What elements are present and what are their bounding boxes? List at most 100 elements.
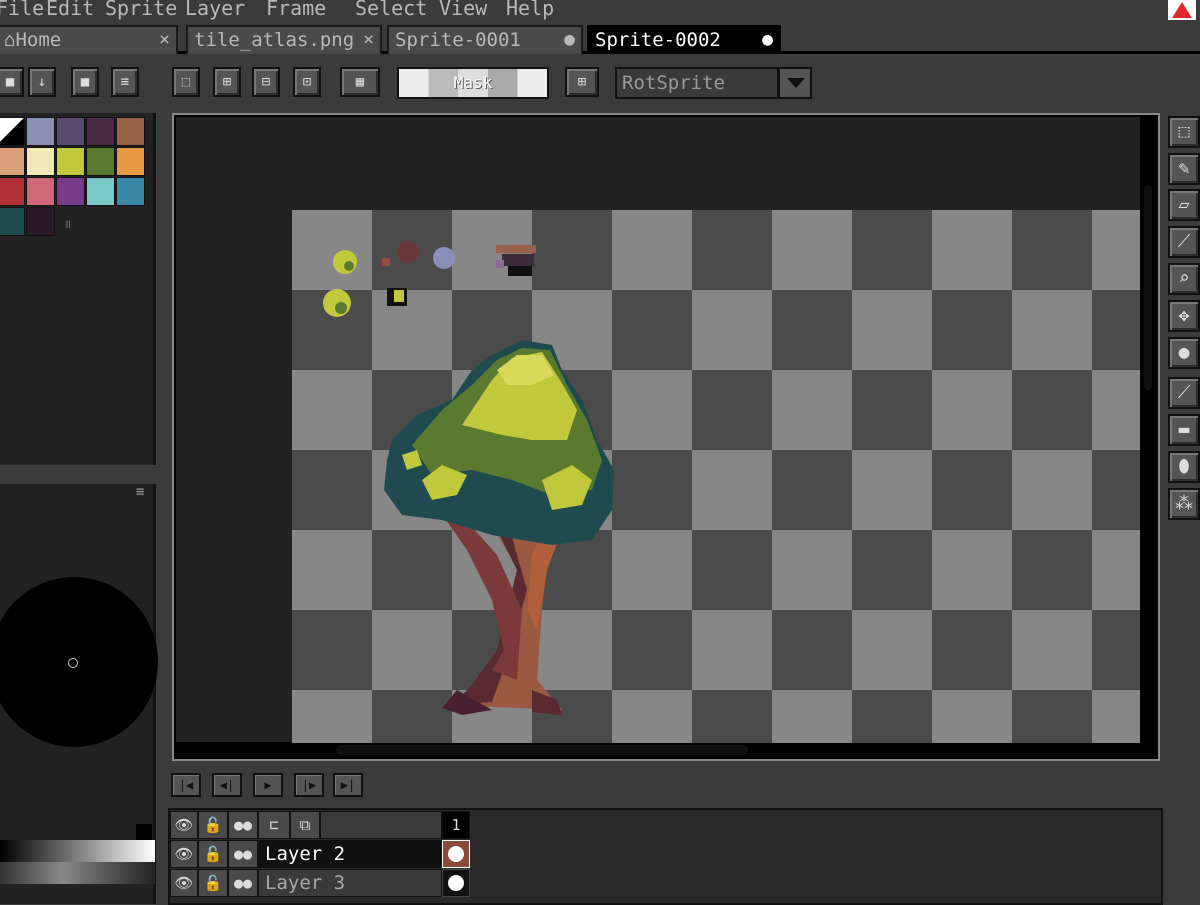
color-palette: ॥ bbox=[0, 113, 156, 465]
eyedropper-icon[interactable]: ⟋ bbox=[1168, 226, 1200, 258]
tab-label: tile_atlas.png bbox=[194, 29, 355, 51]
palette-swatch[interactable] bbox=[116, 177, 145, 206]
fg-bg-swatch[interactable] bbox=[0, 117, 25, 146]
palette-swatch[interactable] bbox=[86, 147, 115, 176]
tab-home[interactable]: ⌂Home × bbox=[0, 25, 178, 54]
palette-swatch[interactable] bbox=[26, 147, 55, 176]
rectangular-marquee-icon[interactable]: ⬚ bbox=[1168, 116, 1200, 148]
menu-view[interactable]: View bbox=[439, 0, 487, 20]
pivot-icon[interactable]: ⊞ bbox=[565, 67, 599, 97]
link-cels-icon[interactable]: ⧉ bbox=[290, 811, 320, 839]
eye-icon[interactable]: 👁 bbox=[170, 869, 198, 897]
cel-dot-icon bbox=[448, 875, 464, 891]
menu-select[interactable]: Select bbox=[355, 0, 427, 20]
chevron-down-icon[interactable] bbox=[778, 67, 812, 99]
color-preview bbox=[136, 824, 152, 840]
layer-group-icon[interactable]: ⊏ bbox=[258, 811, 290, 839]
play-icon[interactable]: ▶ bbox=[253, 773, 283, 797]
rotation-algorithm-select[interactable]: RotSprite bbox=[615, 67, 779, 99]
menu-bar: File Edit Sprite Layer Frame Select View… bbox=[0, 0, 1200, 22]
layer-name[interactable]: Layer 3 bbox=[258, 869, 442, 897]
next-frame-icon[interactable]: |▶ bbox=[294, 773, 324, 797]
palette-swatch[interactable] bbox=[26, 177, 55, 206]
add-selection-icon[interactable]: ⊞ bbox=[213, 67, 241, 97]
eye-icon[interactable]: 👁 bbox=[170, 840, 198, 868]
menu-edit[interactable]: Edit bbox=[46, 0, 94, 20]
palette-swatch[interactable] bbox=[0, 147, 25, 176]
move-icon[interactable]: ✥ bbox=[1168, 300, 1200, 332]
pencil-icon[interactable]: ✎ bbox=[1168, 153, 1200, 185]
continuous-header-icon[interactable]: ●● bbox=[228, 811, 258, 839]
home-icon: ⌂ bbox=[4, 29, 16, 51]
menu-help[interactable]: Help bbox=[506, 0, 554, 20]
frame-number[interactable]: 1 bbox=[442, 811, 470, 839]
value-slider[interactable] bbox=[0, 840, 155, 862]
visibility-header-icon[interactable]: 👁 bbox=[170, 811, 198, 839]
transparent-color-icon[interactable]: ▦ bbox=[340, 67, 380, 97]
menu-sprite[interactable]: Sprite bbox=[105, 0, 177, 20]
vertical-scrollbar[interactable] bbox=[1144, 185, 1152, 390]
sprite-canvas[interactable] bbox=[292, 210, 1140, 743]
menu-file[interactable]: File bbox=[0, 0, 44, 20]
first-frame-icon[interactable]: |◀ bbox=[171, 773, 201, 797]
unsaved-dot-icon[interactable]: ● bbox=[762, 27, 773, 53]
palette-resize-handle[interactable]: ॥ bbox=[64, 215, 71, 232]
small-sprites bbox=[323, 241, 536, 317]
palette-swatch[interactable] bbox=[86, 177, 115, 206]
cel[interactable] bbox=[442, 840, 470, 868]
paint-bucket-icon[interactable]: ● bbox=[1168, 337, 1200, 369]
menu-layer[interactable]: Layer bbox=[185, 0, 245, 20]
tab-sprite-0002[interactable]: Sprite-0002 ● bbox=[587, 25, 781, 54]
tab-label: Sprite-0002 bbox=[595, 29, 721, 51]
palette-swatch[interactable] bbox=[116, 117, 145, 146]
cel-dot-icon bbox=[448, 846, 464, 862]
mask-color-button[interactable]: Mask bbox=[397, 67, 549, 99]
layer-name[interactable]: Layer 2 bbox=[258, 840, 442, 868]
tab-bar: ⌂Home × tile_atlas.png × Sprite-0001 ● S… bbox=[0, 22, 1200, 54]
cel[interactable] bbox=[442, 869, 470, 897]
tab-sprite-0001[interactable]: Sprite-0001 ● bbox=[387, 25, 583, 54]
line-icon[interactable]: ⟋ bbox=[1168, 377, 1200, 409]
wheel-cursor-icon[interactable] bbox=[68, 658, 78, 668]
zoom-icon[interactable]: ⌕ bbox=[1168, 263, 1200, 295]
palette-swatch[interactable] bbox=[116, 147, 145, 176]
close-icon[interactable]: × bbox=[159, 27, 170, 53]
palette-swatch[interactable] bbox=[0, 207, 25, 236]
subtract-selection-icon[interactable]: ⊟ bbox=[252, 67, 280, 97]
continuous-icon[interactable]: ●● bbox=[228, 869, 258, 897]
unsaved-dot-icon[interactable]: ● bbox=[564, 27, 575, 53]
last-frame-icon[interactable]: ▶| bbox=[333, 773, 363, 797]
alpha-slider[interactable] bbox=[0, 862, 155, 884]
palette-swatch[interactable] bbox=[0, 177, 25, 206]
spray-icon[interactable]: ⁂ bbox=[1168, 488, 1200, 520]
eraser-icon[interactable]: ▱ bbox=[1168, 189, 1200, 221]
unlock-icon[interactable]: 🔓 bbox=[198, 840, 228, 868]
palette-swatch[interactable] bbox=[56, 147, 85, 176]
unlock-icon[interactable]: 🔓 bbox=[198, 869, 228, 897]
save-palette-icon[interactable]: ■ bbox=[71, 67, 99, 97]
horizontal-scrollbar[interactable] bbox=[336, 745, 748, 755]
menu-lines-icon[interactable]: ≡ bbox=[111, 67, 139, 97]
menu-frame[interactable]: Frame bbox=[266, 0, 326, 20]
tab-label: Home bbox=[15, 29, 62, 51]
palette-swatch[interactable] bbox=[86, 117, 115, 146]
palette-swatch[interactable] bbox=[26, 117, 55, 146]
sprite-artwork bbox=[323, 241, 614, 715]
lock-icon[interactable]: ■ bbox=[0, 67, 24, 97]
palette-swatch[interactable] bbox=[56, 117, 85, 146]
blur-icon[interactable]: ⬮ bbox=[1168, 451, 1200, 483]
palette-swatch[interactable] bbox=[26, 207, 55, 236]
arrow-down-icon[interactable]: ↓ bbox=[28, 67, 56, 97]
close-icon[interactable]: × bbox=[363, 27, 374, 53]
replace-selection-icon[interactable]: ⬚ bbox=[172, 67, 200, 97]
panel-menu-icon[interactable]: ≡ bbox=[136, 484, 144, 500]
lock-header-icon[interactable]: 🔓 bbox=[198, 811, 228, 839]
continuous-icon[interactable]: ●● bbox=[228, 840, 258, 868]
tab-tile-atlas[interactable]: tile_atlas.png × bbox=[186, 25, 382, 54]
tree-canopy bbox=[384, 340, 614, 545]
palette-swatch[interactable] bbox=[56, 177, 85, 206]
header-spacer bbox=[320, 811, 442, 839]
rectangle-icon[interactable]: ▬ bbox=[1168, 414, 1200, 446]
previous-frame-icon[interactable]: ◀| bbox=[212, 773, 242, 797]
intersect-selection-icon[interactable]: ⊡ bbox=[293, 67, 321, 97]
